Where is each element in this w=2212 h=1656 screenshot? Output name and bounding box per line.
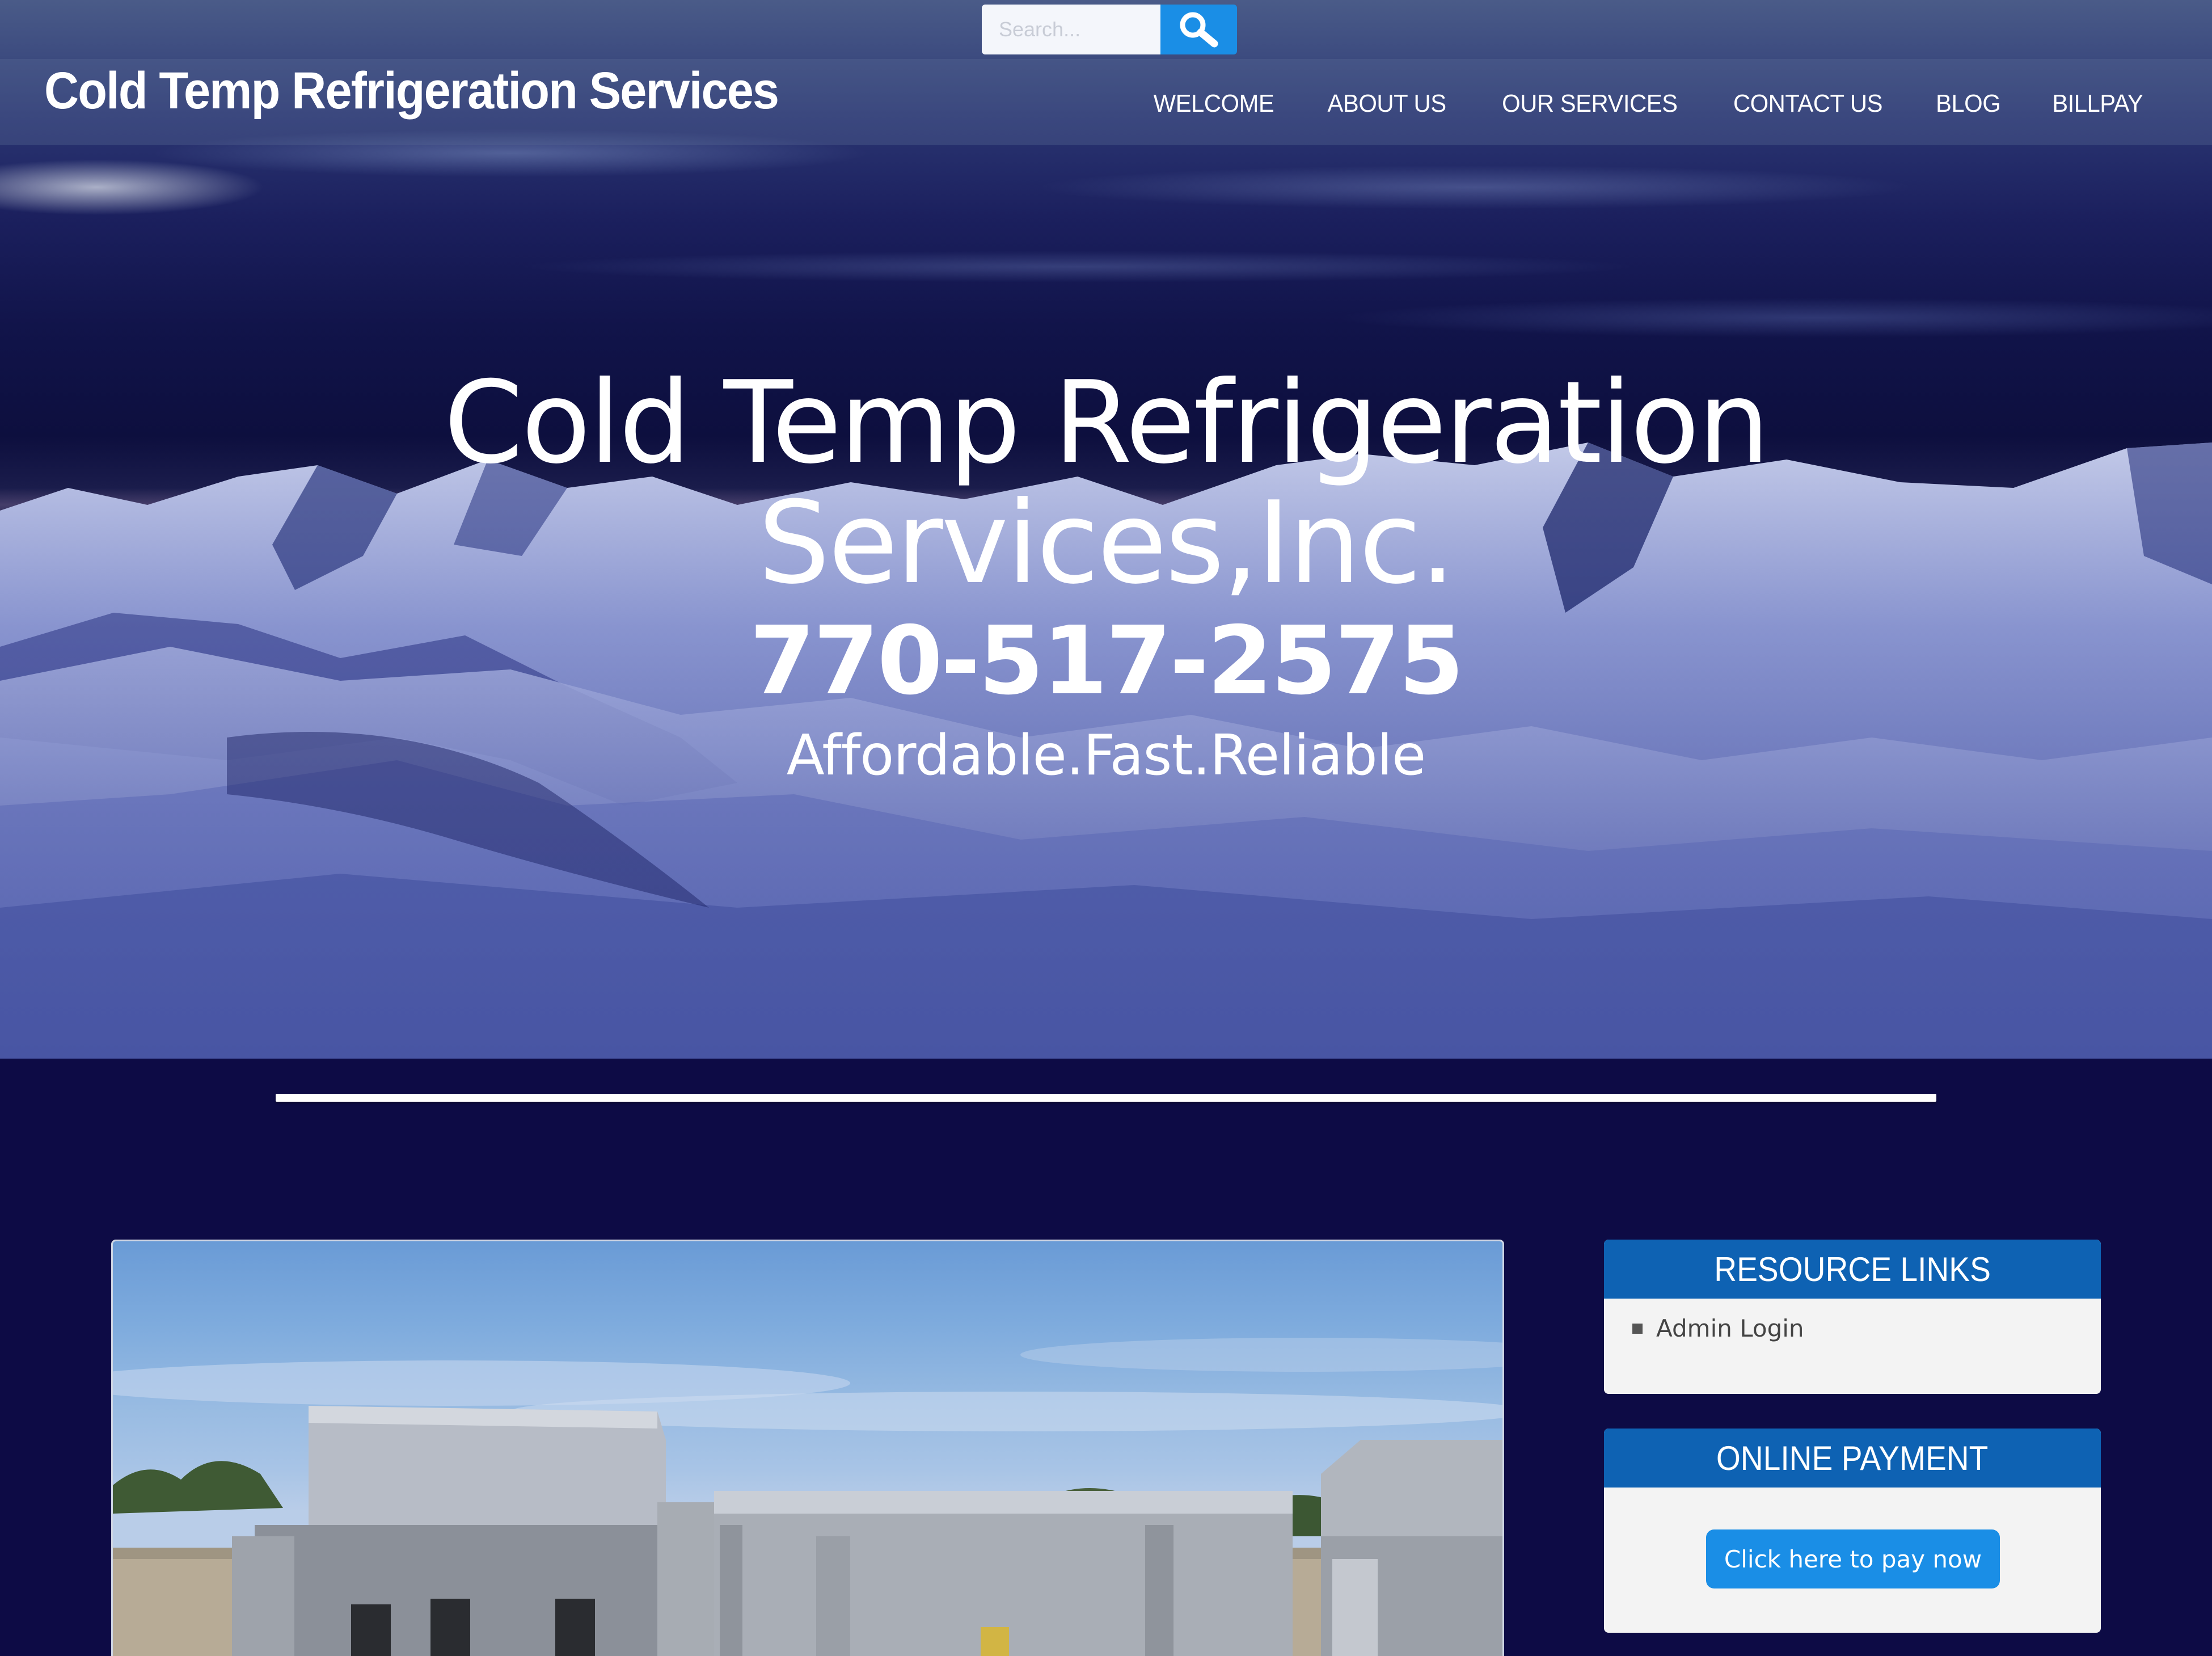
nav-item-contact-us[interactable]: CONTACT US xyxy=(1733,90,1883,118)
pay-now-button[interactable]: Click here to pay now xyxy=(1706,1529,2000,1588)
hero-phone: 770-517-2575 xyxy=(749,606,1464,716)
hero-heading-line2: Services,Inc. xyxy=(758,477,1455,609)
search-button[interactable] xyxy=(1160,5,1237,54)
online-payment-heading: ONLINE PAYMENT xyxy=(1604,1429,2101,1488)
site-title[interactable]: Cold Temp Refrigeration Services xyxy=(44,61,779,121)
online-payment-widget: ONLINE PAYMENT Click here to pay now xyxy=(1604,1429,2101,1633)
resource-links-widget: RESOURCE LINKS Admin Login xyxy=(1604,1240,2101,1394)
resource-link-label[interactable]: Admin Login xyxy=(1656,1314,1804,1342)
nav-item-welcome[interactable]: WELCOME xyxy=(1153,90,1274,118)
nav-item-about-us[interactable]: ABOUT US xyxy=(1328,90,1447,118)
nav-item-our-services[interactable]: OUR SERVICES xyxy=(1502,90,1678,118)
bullet-icon xyxy=(1632,1323,1643,1334)
main-nav: WELCOME ABOUT US OUR SERVICES CONTACT US… xyxy=(1103,90,2146,118)
section-divider xyxy=(276,1094,1936,1102)
nav-item-blog[interactable]: BLOG xyxy=(1936,90,2001,118)
resource-link-admin-login[interactable]: Admin Login xyxy=(1632,1314,2101,1342)
hero-heading-line1: Cold Temp Refrigeration xyxy=(444,357,1770,489)
search-bar xyxy=(982,5,1237,54)
search-icon xyxy=(1180,12,1218,48)
hero-text-block: Cold Temp Refrigeration Services,Inc. 77… xyxy=(0,363,2212,790)
resource-links-heading: RESOURCE LINKS xyxy=(1604,1240,2101,1299)
nav-item-billpay[interactable]: BILLPAY xyxy=(2053,90,2144,118)
hero-tagline: Affordable.Fast.Reliable xyxy=(786,723,1426,788)
hero-heading: Cold Temp Refrigeration Services,Inc. xyxy=(369,363,1843,604)
search-input[interactable] xyxy=(982,5,1160,54)
refrigeration-units-photo xyxy=(111,1240,1504,1656)
